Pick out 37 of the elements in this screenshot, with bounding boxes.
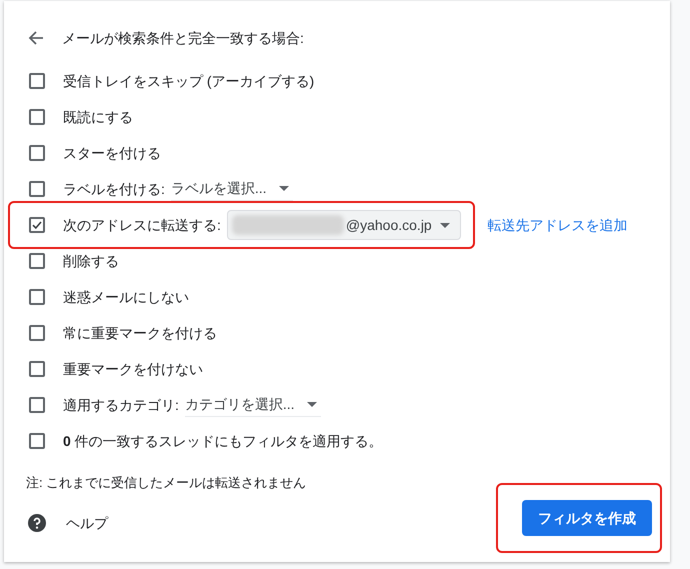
action-label: 次のアドレスに転送する: [63, 216, 221, 234]
action-label: 削除する [63, 252, 119, 270]
address-dropdown[interactable]: @yahoo.co.jp [226, 210, 461, 240]
action-label: 常に重要マークを付ける [63, 324, 217, 342]
action-label: 0 件の一致するスレッドにもフィルタを適用する。 [63, 432, 383, 450]
action-label: 適用するカテゴリ: [63, 396, 179, 414]
dropdown[interactable]: カテゴリを選択... [184, 393, 321, 417]
action-label: 既読にする [63, 108, 133, 126]
dropdown[interactable]: ラベルを選択... [170, 177, 293, 201]
action-label: 迷惑メールにしない [63, 288, 189, 306]
checkbox[interactable] [29, 109, 45, 125]
checkmark-icon [31, 219, 43, 231]
checkbox[interactable] [29, 73, 45, 89]
help-link[interactable]: ヘルプ [66, 512, 108, 534]
redacted-address-icon [232, 215, 344, 235]
note-text: 注: これまでに受信したメールは転送されません [26, 474, 306, 492]
checkbox[interactable] [29, 397, 45, 413]
checkbox[interactable] [29, 433, 45, 449]
checkbox[interactable] [29, 289, 45, 305]
help-icon[interactable] [28, 514, 46, 532]
back-arrow-icon[interactable] [28, 30, 44, 46]
add-forwarding-address-link[interactable]: 転送先アドレスを追加 [488, 214, 628, 236]
action-label: 受信トレイをスキップ (アーカイブする) [63, 72, 314, 91]
action-label: ラベルを付ける: [63, 180, 165, 198]
checkbox[interactable] [29, 253, 45, 269]
checkbox[interactable] [29, 181, 45, 197]
create-filter-button[interactable]: フィルタを作成 [522, 500, 652, 536]
checkbox[interactable] [29, 145, 45, 161]
action-label: スターを付ける [63, 144, 161, 162]
header-title: メールが検索条件と完全一致する場合: [62, 28, 304, 48]
caret-icon [440, 222, 450, 228]
caret-icon [278, 186, 289, 191]
checkbox[interactable] [29, 217, 45, 233]
action-label: 重要マークを付けない [63, 360, 203, 378]
checkbox[interactable] [29, 361, 45, 377]
caret-icon [306, 402, 317, 407]
checkbox[interactable] [29, 325, 45, 341]
